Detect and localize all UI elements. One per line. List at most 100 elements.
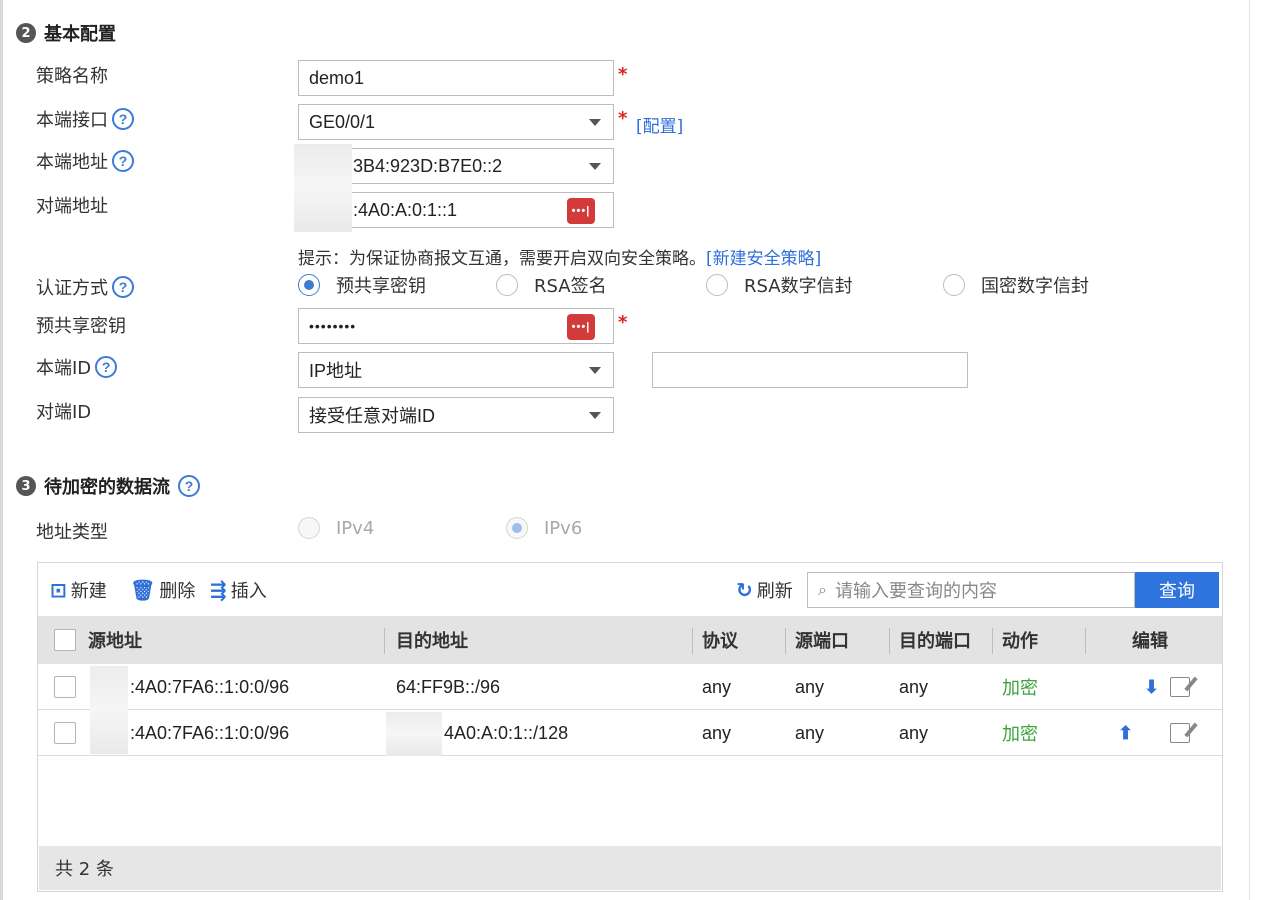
left-border [0, 0, 3, 900]
cell-dst-port: any [899, 722, 929, 743]
local-interface-label-text: 本端接口 [36, 110, 108, 131]
required-mark: * [618, 108, 628, 129]
move-up-icon[interactable]: ⬆ [1118, 723, 1133, 744]
auth-radio-psk[interactable]: 预共享密钥 [298, 272, 426, 298]
address-type-ipv4-label: IPv4 [336, 517, 375, 539]
refresh-button[interactable]: ↻ 刷新 [736, 577, 793, 603]
section-title-text: 基本配置 [44, 24, 116, 45]
row-checkbox[interactable] [54, 676, 76, 698]
cell-src: :4A0:7FA6::1:0:0/96 [130, 722, 290, 743]
header-src-port[interactable]: 源端口 [795, 616, 849, 664]
auth-radio-rsa-sign[interactable]: RSA签名 [496, 272, 607, 298]
total-count: 共 2 条 [55, 859, 114, 880]
help-icon[interactable]: ? [112, 150, 134, 172]
radio-icon [298, 517, 320, 539]
column-separator [692, 628, 693, 654]
section-title-text: 待加密的数据流 [44, 477, 170, 498]
cell-src-port: any [795, 676, 825, 697]
new-security-policy-link[interactable]: [新建安全策略] [706, 249, 821, 269]
required-mark: * [618, 312, 628, 333]
search-button[interactable]: 查询 [1135, 572, 1219, 608]
address-type-ipv4[interactable]: IPv4 [298, 517, 374, 539]
auth-method-label-text: 认证方式 [36, 278, 108, 299]
local-id-label: 本端ID ? [36, 352, 118, 382]
search-placeholder: 请输入要查询的内容 [834, 581, 997, 602]
local-address-value: ::3B4:923D:B7E0::2 [343, 155, 503, 176]
password-toggle-icon[interactable]: •••| [567, 314, 595, 340]
new-button[interactable]: ⊡ 新建 [50, 577, 107, 603]
psk-input[interactable]: •••••••• •••| [298, 308, 614, 344]
table-row[interactable]: :4A0:7FA6::1:0:0/96 4A0:A:0:1::/128 any … [38, 710, 1222, 756]
peer-id-label: 对端ID [36, 396, 91, 426]
section-basic-config-title: 2 基本配置 [16, 20, 116, 46]
auth-method-label: 认证方式 ? [36, 272, 134, 302]
move-down-icon[interactable]: ⬇ [1144, 677, 1159, 698]
table-row[interactable]: :4A0:7FA6::1:0:0/96 64:FF9B::/96 any any… [38, 664, 1222, 710]
header-protocol[interactable]: 协议 [702, 616, 738, 664]
chevron-down-icon [589, 119, 601, 126]
psk-value: •••••••• [309, 318, 357, 334]
radio-icon [506, 517, 528, 539]
auth-radio-sm-envelope[interactable]: 国密数字信封 [943, 272, 1089, 298]
column-separator [992, 628, 993, 654]
step-number-icon: 3 [16, 476, 36, 496]
radio-icon [298, 274, 320, 296]
header-dst-port[interactable]: 目的端口 [899, 616, 971, 664]
header-src[interactable]: 源地址 [88, 616, 142, 664]
new-button-label: 新建 [70, 581, 107, 602]
help-icon[interactable]: ? [95, 356, 118, 378]
cell-action: 加密 [1002, 724, 1038, 745]
policy-name-input[interactable]: demo1 [298, 60, 614, 96]
step-number-icon: 2 [16, 23, 36, 43]
edit-icon[interactable] [1170, 677, 1190, 697]
column-separator [384, 628, 385, 654]
search-icon: ⌕ [818, 580, 827, 599]
local-interface-select[interactable]: GE0/0/1 [298, 104, 614, 140]
address-type-label-text: 地址类型 [36, 522, 108, 543]
cell-action: 加密 [1002, 678, 1038, 699]
edit-icon[interactable] [1170, 723, 1190, 743]
auth-radio-sm-envelope-label: 国密数字信封 [981, 276, 1089, 297]
local-id-value: IP地址 [309, 361, 363, 381]
local-interface-value: GE0/0/1 [309, 111, 376, 132]
dataflow-table-panel: ⊡ 新建 🗑 删除 ⇶ 插入 ↻ 刷新 ⌕ 请输入要查询的内容 查询 源地址 目… [37, 562, 1223, 892]
insert-button-label: 插入 [230, 581, 267, 602]
psk-label: 预共享密钥 [36, 310, 126, 340]
row-checkbox[interactable] [54, 722, 76, 744]
redacted-region [294, 144, 352, 232]
peer-id-select[interactable]: 接受任意对端ID [298, 397, 614, 433]
address-type-ipv6[interactable]: IPv6 [506, 517, 582, 539]
insert-button[interactable]: ⇶ 插入 [210, 577, 267, 603]
config-link[interactable]: [配置] [636, 112, 683, 137]
peer-id-value: 接受任意对端ID [309, 406, 435, 426]
required-mark: * [618, 64, 628, 85]
help-icon[interactable]: ? [178, 475, 200, 497]
local-address-label-text: 本端地址 [36, 152, 108, 173]
search-input[interactable]: ⌕ 请输入要查询的内容 [807, 572, 1135, 608]
new-icon: ⊡ [50, 578, 67, 602]
cell-src-port: any [795, 722, 825, 743]
delete-button[interactable]: 🗑 删除 [130, 577, 195, 603]
chevron-down-icon [589, 412, 601, 419]
header-action[interactable]: 动作 [1002, 616, 1038, 664]
auth-radio-rsa-envelope-label: RSA数字信封 [744, 276, 853, 297]
column-separator [889, 628, 890, 654]
select-all-checkbox[interactable] [54, 629, 76, 651]
chevron-down-icon [589, 367, 601, 374]
radio-icon [706, 274, 728, 296]
peer-address-value: :4A0:A:0:1::1 [353, 199, 458, 220]
table-header: 源地址 目的地址 协议 源端口 目的端口 动作 编辑 [38, 616, 1222, 664]
header-dst[interactable]: 目的地址 [396, 616, 468, 664]
local-id-value-input[interactable] [652, 352, 968, 388]
password-toggle-icon[interactable]: •••| [567, 198, 595, 224]
help-icon[interactable]: ? [112, 276, 134, 298]
help-icon[interactable]: ? [112, 108, 134, 130]
auth-radio-psk-label: 预共享密钥 [336, 276, 426, 297]
local-id-select[interactable]: IP地址 [298, 352, 614, 388]
auth-radio-rsa-envelope[interactable]: RSA数字信封 [706, 272, 853, 298]
cell-protocol: any [702, 722, 732, 743]
peer-address-label-text: 对端地址 [36, 196, 108, 217]
table-footer: 共 2 条 [39, 846, 1221, 890]
cell-dst: 4A0:A:0:1::/128 [444, 722, 569, 743]
policy-name-label-text: 策略名称 [36, 66, 108, 87]
